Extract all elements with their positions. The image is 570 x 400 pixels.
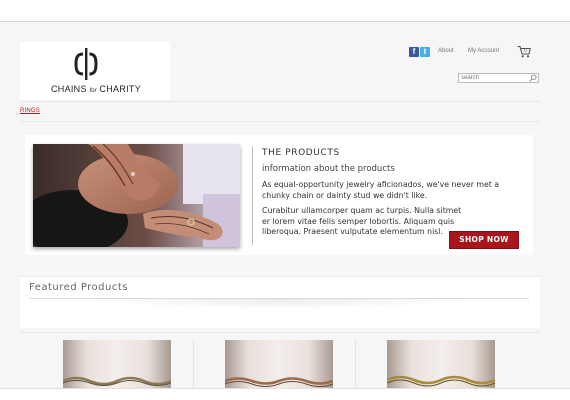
twitter-glyph: t — [423, 47, 427, 56]
products-divider — [20, 332, 540, 333]
hero-paragraph-1: As equal-opportunity jewelry aficionados… — [262, 180, 500, 200]
nav-divider — [20, 121, 540, 122]
logo-text-main: CHAINS — [50, 84, 87, 94]
product-image-1[interactable] — [63, 340, 171, 388]
hero-divider — [252, 146, 253, 245]
my-account-link[interactable]: My Account — [468, 48, 499, 54]
hero-title: THE PRODUCTS — [262, 148, 340, 158]
bracelet-icon — [225, 377, 333, 388]
featured-title: Featured Products — [29, 282, 128, 293]
hero-subtitle: information about the products — [262, 164, 395, 174]
facebook-glyph: f — [412, 47, 416, 56]
logo-text-small: for — [89, 88, 97, 94]
about-link[interactable]: About — [438, 48, 454, 54]
product-image-2[interactable] — [225, 340, 333, 388]
top-bar — [0, 0, 570, 22]
logo-chain-icon — [74, 48, 98, 80]
bracelet-icon — [387, 375, 495, 387]
shop-now-button[interactable]: SHOP NOW — [449, 231, 519, 249]
header-divider — [20, 101, 540, 102]
cart-count: 0 — [524, 48, 527, 54]
featured-shadow — [80, 299, 480, 309]
search-input[interactable] — [461, 74, 527, 82]
twitter-icon[interactable]: t — [420, 47, 430, 57]
bracelet-icon — [63, 376, 171, 386]
product-column-divider — [193, 339, 194, 388]
search-box — [458, 73, 539, 83]
shopping-cart-icon[interactable]: 0 — [517, 45, 531, 58]
featured-section: Featured Products — [20, 276, 540, 328]
hero-panel: THE PRODUCTS information about the produ… — [25, 135, 533, 255]
hero-image — [33, 144, 240, 247]
search-icon[interactable] — [529, 74, 537, 82]
logo[interactable]: CHAINS for CHARITY — [20, 42, 170, 100]
logo-text-end: CHARITY — [99, 84, 142, 94]
logo-text: CHAINS for CHARITY — [26, 84, 166, 94]
product-column-divider — [355, 339, 356, 388]
hero-paragraph-2: Curabitur ullamcorper quam ac turpis. Nu… — [262, 206, 462, 236]
facebook-icon[interactable]: f — [409, 47, 419, 57]
product-image-3[interactable] — [387, 340, 495, 388]
bottom-bar — [0, 388, 570, 400]
nav-item-rings[interactable]: RINGS — [20, 108, 40, 114]
